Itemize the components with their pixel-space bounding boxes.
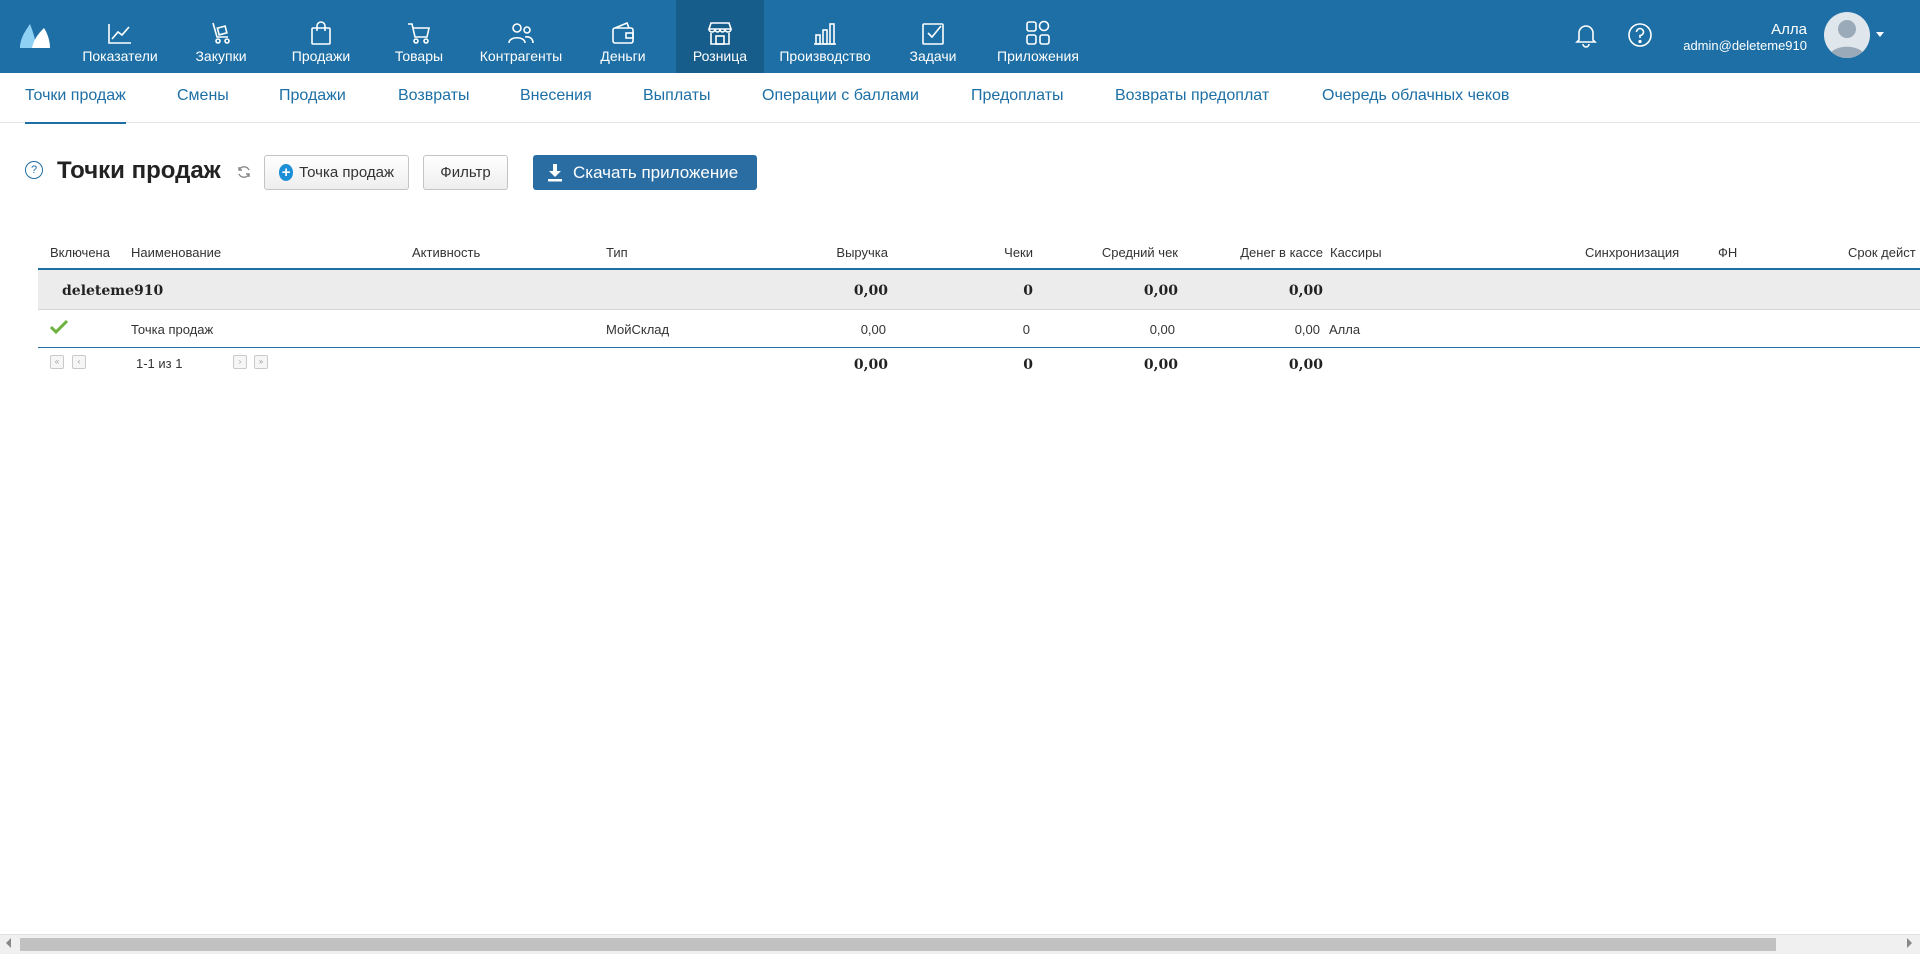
logo-icon[interactable] — [18, 20, 52, 50]
download-app-button[interactable]: Скачать приложение — [533, 155, 757, 190]
nav-label: Показатели — [82, 48, 158, 64]
nav-item-roznitsa[interactable]: Розница — [676, 0, 764, 73]
nav-label: Производство — [779, 48, 871, 64]
chevron-down-icon[interactable] — [1876, 32, 1884, 37]
row-name[interactable]: Точка продаж — [131, 322, 213, 337]
row-cash: 0,00 — [1294, 322, 1320, 337]
nav-item-kontragenty[interactable]: Контрагенты — [476, 0, 566, 73]
column-header-fn[interactable]: ФН — [1718, 245, 1737, 260]
nav-item-prodazhi[interactable]: Продажи — [284, 0, 358, 73]
filter-button-label: Фильтр — [440, 164, 491, 181]
next-page-button[interactable]: › — [233, 355, 247, 369]
group-checks: 0 — [1023, 283, 1033, 299]
factory-chart-icon — [812, 20, 838, 46]
tab-prodazhi[interactable]: Продажи — [279, 87, 346, 105]
prev-page-button[interactable]: ‹ — [72, 355, 86, 369]
tab-vozvraty[interactable]: Возвраты — [398, 87, 470, 105]
sub-navigation: Точки продаж Смены Продажи Возвраты Внес… — [0, 73, 1920, 124]
download-button-label: Скачать приложение — [573, 162, 739, 182]
column-header-enabled[interactable]: Включена — [50, 245, 110, 260]
column-header-name[interactable]: Наименование — [131, 245, 221, 260]
nav-label: Товары — [394, 48, 444, 64]
row-revenue: 0,00 — [860, 322, 886, 337]
tab-vozvraty-predoplat[interactable]: Возвраты предоплат — [1115, 87, 1269, 105]
apps-grid-icon — [1025, 20, 1051, 46]
pager-range: 1-1 из 1 — [136, 356, 183, 371]
tab-tochki-prodazh[interactable]: Точки продаж — [25, 87, 126, 124]
add-point-of-sale-button[interactable]: + Точка продаж — [264, 155, 409, 190]
wallet-icon — [610, 20, 636, 46]
group-revenue: 0,00 — [853, 283, 888, 299]
group-avg-check: 0,00 — [1143, 283, 1178, 299]
task-check-icon — [920, 20, 946, 46]
column-header-avg-check[interactable]: Средний чек — [1060, 245, 1178, 260]
total-avg-check: 0,00 — [1143, 357, 1178, 373]
total-revenue: 0,00 — [853, 357, 888, 373]
tab-ochered-oblachnyh-chekov[interactable]: Очередь облачных чеков — [1322, 87, 1509, 105]
chart-line-icon — [107, 20, 133, 46]
first-page-button[interactable]: « — [50, 355, 64, 369]
column-header-activity[interactable]: Активность — [412, 245, 480, 260]
user-name[interactable]: Алла — [1771, 21, 1807, 38]
column-header-cashiers[interactable]: Кассиры — [1330, 245, 1382, 260]
tab-predoplaty[interactable]: Предоплаты — [971, 87, 1064, 105]
filter-button[interactable]: Фильтр — [423, 155, 508, 190]
add-button-label: Точка продаж — [299, 164, 394, 181]
nav-item-dengi[interactable]: Деньги — [594, 0, 652, 73]
row-type: МойСклад — [606, 322, 670, 337]
column-header-type[interactable]: Тип — [606, 245, 628, 260]
nav-item-proizvodstvo[interactable]: Производство — [778, 0, 872, 73]
nav-label: Деньги — [600, 48, 646, 64]
last-page-button[interactable]: » — [254, 355, 268, 369]
people-icon — [508, 20, 534, 46]
row-checks: 0 — [1022, 322, 1030, 337]
top-navigation-bar: Показатели Закупки Продажи Товары Контра… — [0, 0, 1920, 73]
total-checks: 0 — [1023, 357, 1033, 373]
tab-operatsii-s-ballami[interactable]: Операции с баллами — [762, 87, 919, 105]
group-cash: 0,00 — [1288, 283, 1323, 299]
group-name: deleteme910 — [62, 283, 164, 299]
user-avatar-icon — [1829, 20, 1865, 58]
tab-vyplaty[interactable]: Выплаты — [643, 87, 711, 105]
page-title: Точки продаж — [57, 157, 221, 184]
tab-vneseniya[interactable]: Внесения — [520, 87, 592, 105]
row-avg-check: 0,00 — [1149, 322, 1175, 337]
cart-icon — [406, 20, 432, 46]
user-email[interactable]: admin@deleteme910 — [1683, 38, 1807, 53]
nav-item-pokazateli[interactable]: Показатели — [80, 0, 160, 73]
column-header-cash[interactable]: Денег в кассе — [1190, 245, 1323, 260]
help-icon[interactable] — [1627, 22, 1653, 48]
total-cash: 0,00 — [1288, 357, 1323, 373]
shopping-bag-icon — [308, 20, 334, 46]
scroll-left-icon[interactable] — [6, 938, 11, 948]
refresh-icon[interactable] — [236, 164, 252, 180]
nav-item-prilozheniya[interactable]: Приложения — [996, 0, 1080, 73]
tab-smeny[interactable]: Смены — [177, 87, 229, 105]
nav-label: Контрагенты — [479, 48, 563, 64]
cart-dolly-icon — [208, 20, 234, 46]
plus-circle-icon: + — [279, 164, 294, 181]
column-header-checks[interactable]: Чеки — [940, 245, 1033, 260]
nav-label: Закупки — [195, 48, 247, 64]
nav-item-tovary[interactable]: Товары — [390, 0, 448, 73]
table-footer-divider — [38, 347, 1920, 348]
avatar[interactable] — [1824, 12, 1870, 58]
download-icon — [548, 163, 562, 181]
column-header-expiry[interactable]: Срок дейст — [1848, 245, 1916, 260]
row-cashiers: Алла — [1329, 322, 1361, 337]
nav-label: Задачи — [909, 48, 957, 64]
nav-label: Продажи — [291, 48, 351, 64]
nav-label: Приложения — [997, 48, 1079, 64]
checkmark-icon — [50, 320, 68, 334]
bell-icon[interactable] — [1573, 22, 1599, 48]
column-header-sync[interactable]: Синхронизация — [1585, 245, 1679, 260]
store-icon — [707, 20, 733, 46]
nav-item-zadachi[interactable]: Задачи — [904, 0, 962, 73]
column-header-revenue[interactable]: Выручка — [780, 245, 888, 260]
nav-label: Розница — [692, 48, 748, 64]
nav-item-zakupki[interactable]: Закупки — [186, 0, 256, 73]
scrollbar-thumb[interactable] — [20, 938, 1776, 951]
scroll-right-icon[interactable] — [1907, 938, 1912, 948]
page-help-icon[interactable]: ? — [25, 161, 43, 179]
